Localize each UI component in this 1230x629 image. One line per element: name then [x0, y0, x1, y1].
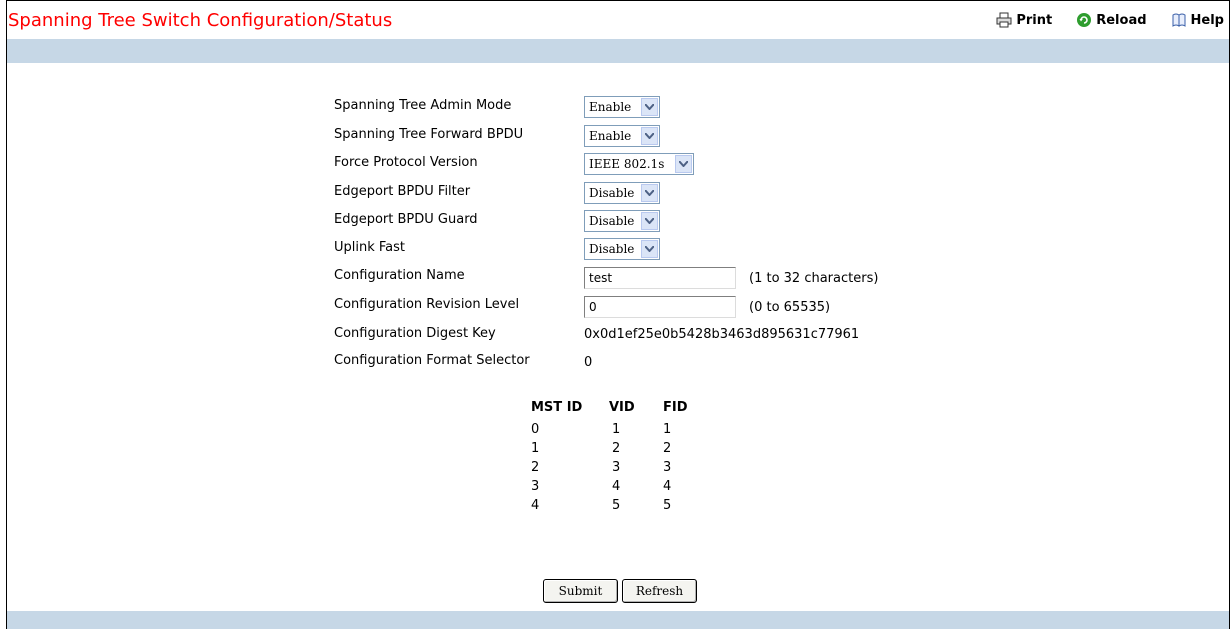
chevron-down-icon: [641, 184, 658, 202]
help-button[interactable]: Help: [1171, 12, 1224, 28]
table-cell: 2: [663, 441, 672, 456]
help-book-icon: [1172, 13, 1186, 27]
table-cell: 3: [612, 460, 621, 475]
print-icon: [996, 12, 1012, 28]
config-name-label: Configuration Name: [334, 268, 465, 283]
digest-key-value: 0x0d1ef25e0b5428b3463d895631c77961: [584, 327, 860, 342]
forward-bpdu-select[interactable]: Enable: [584, 125, 660, 147]
format-selector-label: Configuration Format Selector: [334, 353, 530, 368]
table-cell: 1: [663, 422, 672, 437]
protocol-version-label: Force Protocol Version: [334, 155, 478, 170]
revision-level-input[interactable]: [584, 296, 736, 318]
bpdu-filter-label: Edgeport BPDU Filter: [334, 184, 471, 199]
mst-id-header: MST ID: [531, 400, 583, 415]
uplink-fast-select[interactable]: Disable: [584, 238, 660, 260]
protocol-version-select[interactable]: IEEE 802.1s: [584, 153, 694, 175]
revision-level-label: Configuration Revision Level: [334, 297, 520, 312]
table-cell: 3: [663, 460, 672, 475]
table-cell: 4: [531, 498, 540, 513]
admin-mode-value: Enable: [589, 100, 632, 114]
chevron-down-icon: [641, 240, 658, 258]
format-selector-value: 0: [584, 355, 593, 370]
bpdu-filter-select[interactable]: Disable: [584, 182, 660, 204]
forward-bpdu-label: Spanning Tree Forward BPDU: [334, 127, 524, 142]
config-name-input[interactable]: [584, 267, 736, 289]
table-cell: 5: [612, 498, 621, 513]
table-cell: 1: [612, 422, 621, 437]
table-cell: 5: [663, 498, 672, 513]
refresh-button[interactable]: Refresh: [622, 579, 697, 603]
fid-header: FID: [663, 400, 688, 415]
protocol-version-value: IEEE 802.1s: [589, 157, 665, 171]
header-bar: [7, 39, 1229, 63]
submit-button[interactable]: Submit: [543, 579, 618, 603]
reload-button[interactable]: Reload: [1076, 12, 1147, 28]
bpdu-guard-label: Edgeport BPDU Guard: [334, 212, 478, 227]
reload-label: Reload: [1096, 12, 1147, 28]
table-cell: 3: [531, 479, 540, 494]
vid-header: VID: [609, 400, 635, 415]
forward-bpdu-value: Enable: [589, 129, 632, 143]
config-name-hint: (1 to 32 characters): [749, 271, 879, 286]
table-cell: 1: [531, 441, 540, 456]
footer-bar: [7, 611, 1229, 629]
table-cell: 4: [663, 479, 672, 494]
uplink-fast-value: Disable: [589, 242, 635, 256]
admin-mode-select[interactable]: Enable: [584, 96, 660, 118]
toolbar: Print Reload Help: [996, 12, 1224, 28]
table-cell: 2: [612, 441, 621, 456]
chevron-down-icon: [675, 155, 692, 173]
table-cell: 2: [531, 460, 540, 475]
chevron-down-icon: [641, 212, 658, 230]
chevron-down-icon: [641, 98, 658, 116]
bpdu-filter-value: Disable: [589, 186, 635, 200]
page-title: Spanning Tree Switch Configuration/Statu…: [8, 10, 393, 31]
help-label: Help: [1190, 12, 1224, 28]
digest-key-label: Configuration Digest Key: [334, 326, 496, 341]
print-label: Print: [1016, 12, 1053, 28]
print-button[interactable]: Print: [996, 12, 1052, 28]
admin-mode-label: Spanning Tree Admin Mode: [334, 98, 512, 113]
bpdu-guard-value: Disable: [589, 214, 635, 228]
chevron-down-icon: [641, 127, 658, 145]
table-cell: 0: [531, 422, 540, 437]
uplink-fast-label: Uplink Fast: [334, 240, 406, 255]
reload-icon: [1077, 13, 1092, 27]
bpdu-guard-select[interactable]: Disable: [584, 210, 660, 232]
table-cell: 4: [612, 479, 621, 494]
revision-level-hint: (0 to 65535): [749, 300, 831, 315]
